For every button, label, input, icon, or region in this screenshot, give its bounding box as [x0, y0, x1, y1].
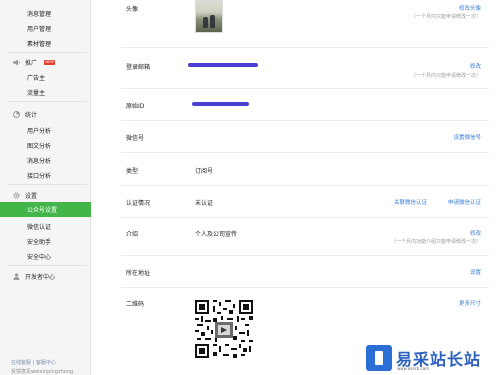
row-divider [121, 152, 489, 153]
introduction-label: 介绍 [126, 231, 139, 238]
sidebar-footer: 在线客服 | 客服中心 [11, 360, 56, 366]
sidebar-divider [7, 184, 87, 185]
change-avatar-link[interactable]: 修改头像 [459, 4, 481, 12]
watermark-subtitle: www.easck.com [397, 366, 430, 371]
sidebar-group-label: 设置 [25, 193, 38, 200]
sidebar-item-api-analysis[interactable]: 接口分析 [27, 171, 51, 180]
gear-icon [13, 192, 20, 199]
address-label: 所在地址 [126, 270, 151, 277]
online-service-link[interactable]: 在线客服 [11, 360, 31, 366]
sidebar-item-materials[interactable]: 素材管理 [27, 39, 51, 48]
row-divider [121, 217, 489, 218]
sidebar-group-label: 统计 [25, 112, 38, 119]
change-introduction-link[interactable]: 修改 [470, 229, 481, 237]
sidebar-item-label: 开发者中心 [25, 274, 56, 281]
original-id-label: 原始ID [126, 103, 145, 110]
service-center-link[interactable]: 客服中心 [36, 360, 56, 366]
user-icon [13, 273, 20, 280]
sidebar-divider [7, 101, 87, 102]
sidebar-divider [7, 52, 87, 53]
sidebar-item-users[interactable]: 用户管理 [27, 24, 51, 33]
row-divider [121, 287, 489, 288]
set-wechat-id-link[interactable]: 设置微信号 [453, 133, 481, 141]
change-email-link[interactable]: 修改 [470, 62, 481, 70]
verification-value: 未认证 [195, 200, 214, 207]
row-divider [121, 47, 489, 48]
avatar-note: （一个月内只能申请修改一次） [410, 14, 481, 20]
row-divider [121, 120, 489, 121]
introduction-value: 个人及公司宣传 [195, 231, 238, 238]
sidebar-item-message-analysis[interactable]: 消息分析 [27, 156, 51, 165]
sidebar-item-publisher[interactable]: 流量主 [27, 88, 45, 97]
sidebar-item-article-analysis[interactable]: 图文分析 [27, 141, 51, 150]
sidebar-group-ads: 推广 NEW [13, 58, 56, 67]
sidebar-item-security-center[interactable]: 安全中心 [27, 252, 51, 261]
sidebar-item-developer-center[interactable]: 开发者中心 [13, 272, 55, 281]
type-label: 类型 [126, 168, 139, 175]
watermark: 易采站长站 www.easck.com [362, 341, 500, 375]
row-divider [121, 88, 489, 89]
avatar-label: 头像 [126, 6, 139, 13]
apply-verification-link[interactable]: 申请微信认证 [448, 198, 481, 206]
wechat-id-label: 微信号 [126, 135, 145, 142]
redacted-original-id [192, 102, 249, 106]
sidebar-group-label: 推广 [25, 60, 38, 67]
sidebar-item-label: 公众号设置 [27, 207, 58, 214]
sidebar-group-settings: 设置 [13, 191, 37, 200]
account-settings-panel: 头像 修改头像 （一个月内只能申请修改一次） 登录邮箱 修改 （一个月内只能申请… [91, 0, 500, 375]
sidebar-divider [7, 265, 87, 266]
qr-code-label: 二维码 [126, 301, 145, 308]
row-divider [121, 185, 489, 186]
sidebar-item-user-analysis[interactable]: 用户分析 [27, 126, 51, 135]
sidebar-item-security-assistant[interactable]: 安全助手 [27, 237, 51, 246]
sidebar-group-stats: 统计 [13, 110, 37, 119]
megaphone-icon [13, 59, 20, 66]
redacted-email [188, 63, 258, 67]
type-value: 订阅号 [195, 168, 214, 175]
sidebar-item-account-settings[interactable]: 公众号设置 [0, 202, 91, 217]
verification-label: 认证情况 [126, 200, 151, 207]
feedback-link[interactable]: 反馈意见weixinpingzhong [11, 368, 73, 375]
new-badge: NEW [44, 60, 56, 65]
set-address-link[interactable]: 设置 [470, 268, 481, 276]
introduction-note: （一个月内功能介绍只能申请修改一次） [390, 239, 481, 245]
sidebar: 消息管理 用户管理 素材管理 推广 NEW 广告主 流量主 统计 用户分析 图文… [0, 0, 91, 375]
avatar [195, 0, 223, 33]
qr-code-icon [195, 300, 253, 358]
more-sizes-link[interactable]: 更多尺寸 [459, 299, 481, 307]
login-email-label: 登录邮箱 [126, 64, 151, 71]
sidebar-item-message[interactable]: 消息管理 [27, 9, 51, 18]
row-divider [121, 255, 489, 256]
watermark-logo-icon [366, 345, 392, 371]
email-note: （一个月内只能申请修改一次） [410, 73, 481, 79]
sidebar-item-advertiser[interactable]: 广告主 [27, 73, 45, 82]
sidebar-item-wechat-verify[interactable]: 微信认证 [27, 222, 51, 231]
link-verification-link[interactable]: 关联微信认证 [394, 198, 427, 206]
chart-icon [13, 111, 20, 118]
